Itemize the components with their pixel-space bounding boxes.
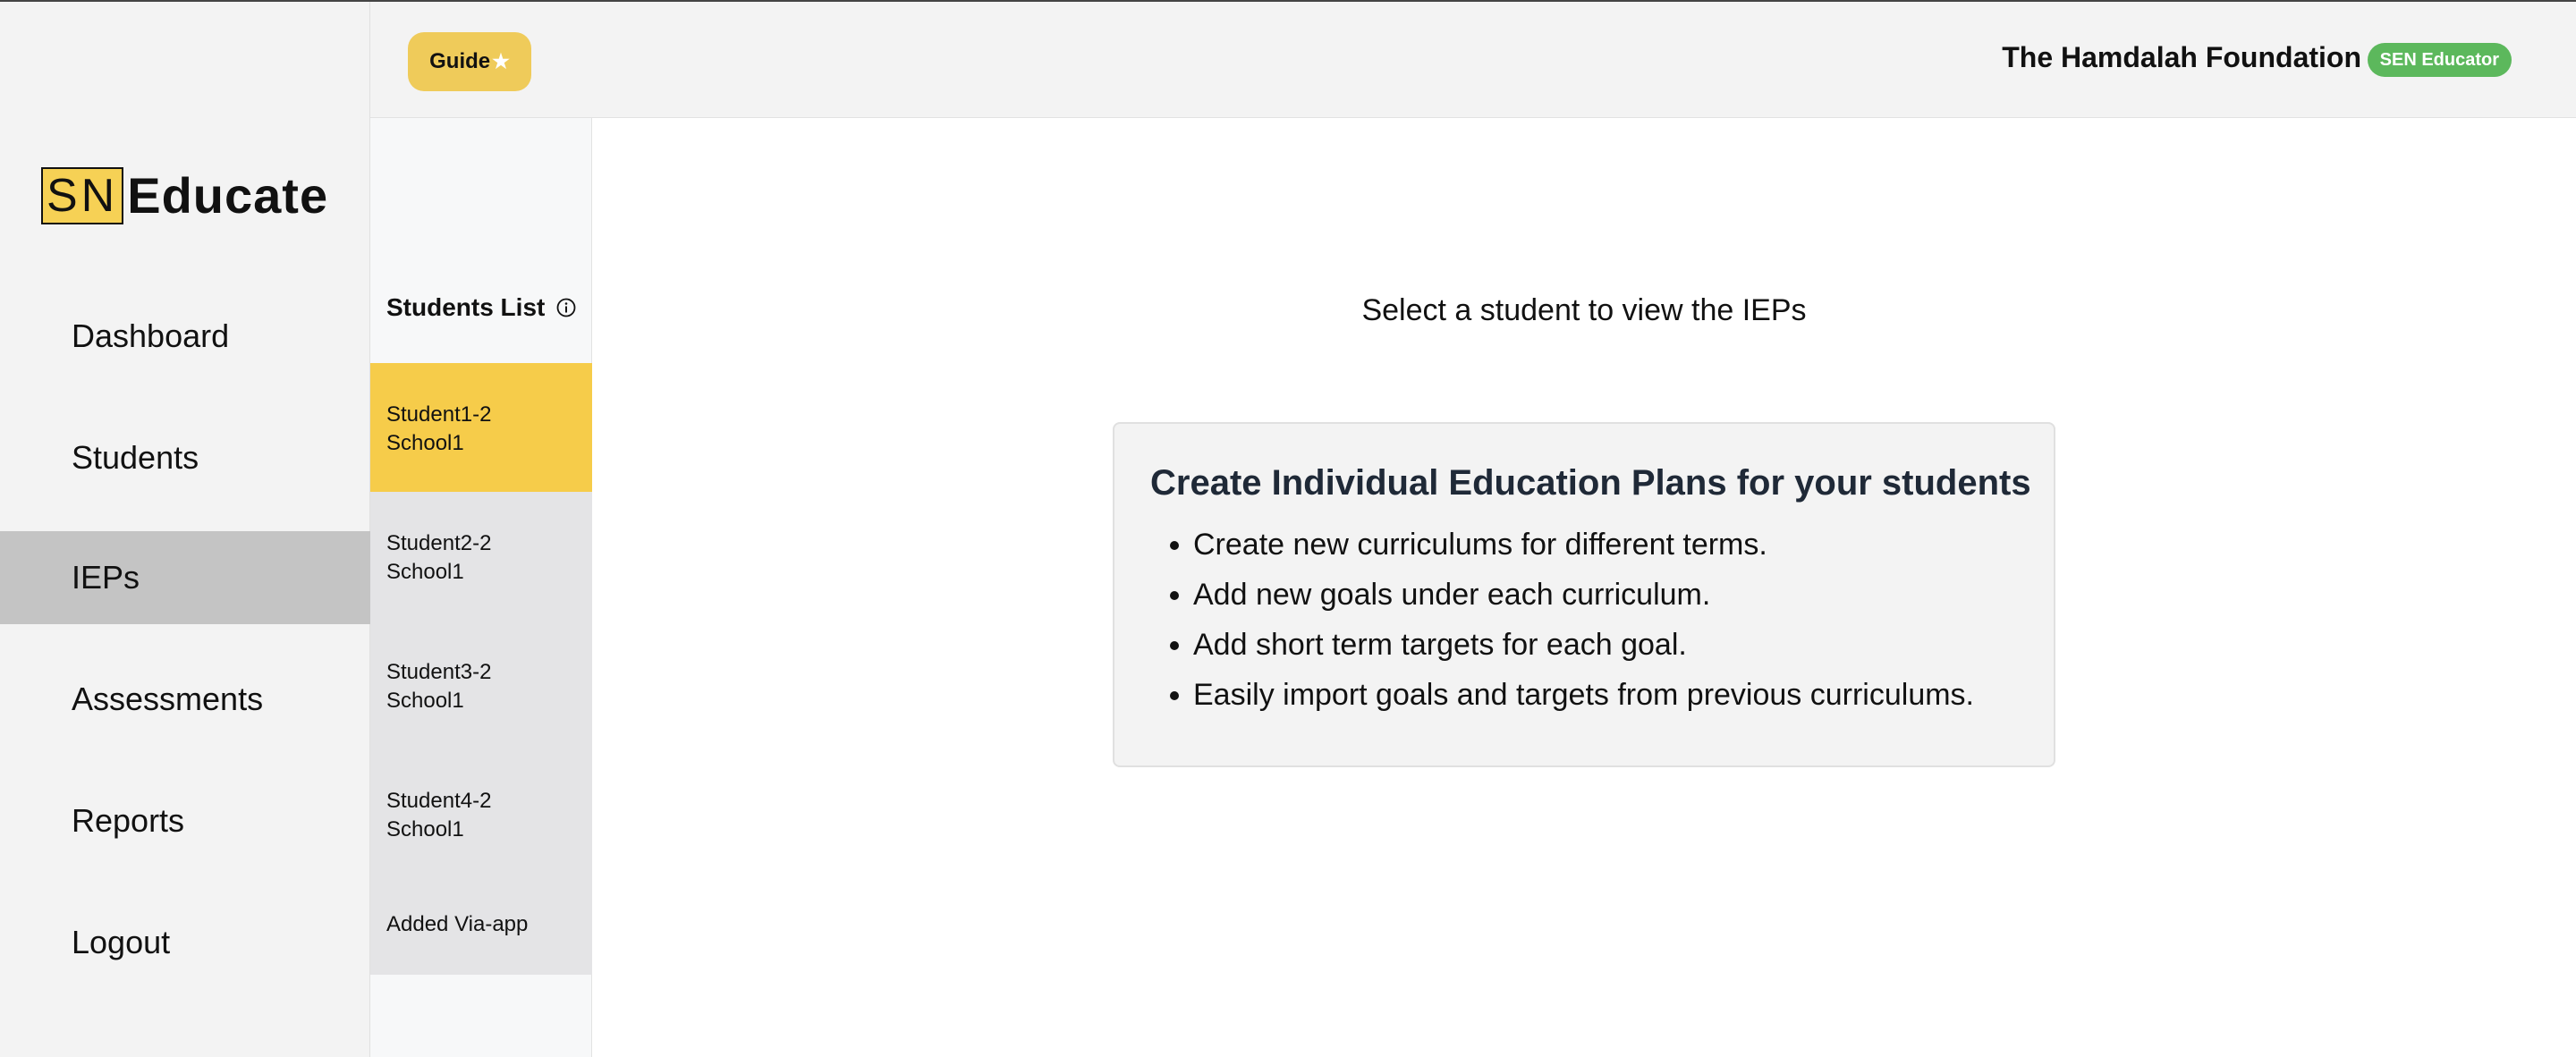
sidebar-item-students[interactable]: Students — [0, 411, 370, 504]
sidebar-item-logout[interactable]: Logout — [0, 896, 370, 989]
student-school: School1 — [386, 817, 464, 841]
sidebar-item-reports[interactable]: Reports — [0, 774, 370, 867]
sidebar: SN Educate Dashboard Students IEPs Asses… — [0, 2, 370, 1057]
star-icon: ★ — [492, 50, 510, 72]
main-content: Select a student to view the IEPs Create… — [592, 118, 2576, 1057]
student-item-student3[interactable]: Student3-2 School1 — [370, 621, 592, 749]
students-list-title: Students List — [386, 293, 546, 321]
student-item-student4[interactable]: Student4-2 School1 — [370, 749, 592, 878]
info-icon[interactable] — [555, 297, 577, 318]
sidebar-item-dashboard[interactable]: Dashboard — [0, 290, 370, 383]
logo-boxed-text: SN — [41, 167, 124, 224]
student-item-student2[interactable]: Student2-2 School1 — [370, 492, 592, 621]
student-school: School1 — [386, 560, 464, 584]
card-bullet-list: Create new curriculums for different ter… — [1150, 520, 2018, 720]
student-item-student1[interactable]: Student1-2 School1 — [370, 363, 592, 492]
sidebar-item-assessments[interactable]: Assessments — [0, 653, 370, 746]
list-item: Add new goals under each curriculum. — [1150, 570, 2018, 620]
student-name: Student2-2 — [386, 531, 492, 555]
guide-button[interactable]: Guide ★ — [408, 32, 531, 91]
sidebar-item-label: Dashboard — [72, 317, 230, 354]
student-name: Added Via-app — [386, 912, 529, 936]
sidebar-item-label: Reports — [72, 802, 185, 839]
organization-name: The Hamdalah Foundation — [2002, 41, 2361, 73]
students-list-header: Students List — [386, 293, 577, 322]
list-item: Create new curriculums for different ter… — [1150, 520, 2018, 570]
student-name: Student3-2 — [386, 660, 492, 684]
sidebar-item-label: IEPs — [72, 559, 140, 596]
sidebar-item-label: Logout — [72, 924, 171, 960]
card-title: Create Individual Education Plans for yo… — [1150, 463, 2031, 503]
role-badge: SEN Educator — [2367, 43, 2512, 77]
sidebar-item-label: Students — [72, 439, 199, 476]
student-name: Student4-2 — [386, 789, 492, 813]
list-item: Easily import goals and targets from pre… — [1150, 670, 2018, 720]
sidebar-item-label: Assessments — [72, 681, 264, 717]
list-item: Add short term targets for each goal. — [1150, 620, 2018, 670]
logo-text: Educate — [127, 167, 329, 224]
student-name: Student1-2 — [386, 402, 492, 427]
app-root: SN Educate Dashboard Students IEPs Asses… — [0, 0, 2576, 1057]
logo[interactable]: SN Educate — [41, 166, 328, 225]
iep-info-card: Create Individual Education Plans for yo… — [1113, 422, 2055, 767]
sidebar-item-ieps[interactable]: IEPs — [0, 531, 370, 624]
student-item-added-via-app[interactable]: Added Via-app — [370, 878, 592, 975]
student-school: School1 — [386, 431, 464, 455]
student-school: School1 — [386, 689, 464, 713]
top-header: Guide ★ The Hamdalah Foundation SEN Educ… — [370, 2, 2576, 118]
students-list-panel: Students List Student1-2 School1 Student… — [370, 118, 592, 1057]
guide-button-label: Guide — [429, 49, 491, 73]
select-student-prompt: Select a student to view the IEPs — [1361, 293, 1807, 327]
